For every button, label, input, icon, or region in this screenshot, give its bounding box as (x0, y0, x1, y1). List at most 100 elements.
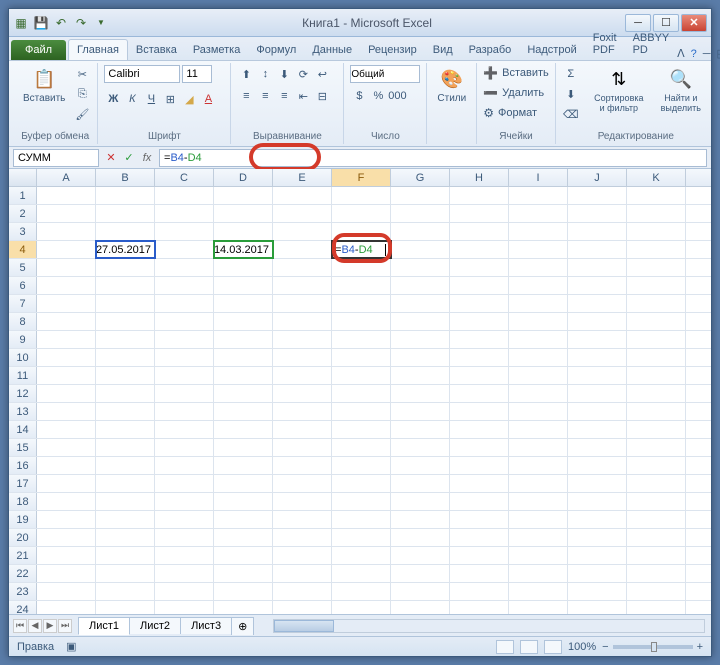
cell-J2[interactable] (568, 205, 627, 222)
cell-I1[interactable] (509, 187, 568, 204)
cell-G17[interactable] (391, 475, 450, 492)
cell-J23[interactable] (568, 583, 627, 600)
font-size-input[interactable] (182, 65, 212, 83)
col-E[interactable]: E (273, 169, 332, 186)
cell-E21[interactable] (273, 547, 332, 564)
cell-C17[interactable] (155, 475, 214, 492)
italic-button[interactable]: К (123, 90, 141, 108)
cell-E13[interactable] (273, 403, 332, 420)
zoom-slider[interactable] (613, 645, 693, 649)
cell-C11[interactable] (155, 367, 214, 384)
sheet-tab-1[interactable]: Лист1 (78, 617, 130, 635)
cell-I10[interactable] (509, 349, 568, 366)
tab-review[interactable]: Рецензир (360, 40, 425, 60)
cell-J11[interactable] (568, 367, 627, 384)
cell-K24[interactable] (627, 601, 686, 614)
copy-icon[interactable]: ⎘ (73, 85, 91, 103)
row-header[interactable]: 14 (9, 421, 37, 438)
cell-E20[interactable] (273, 529, 332, 546)
cell-H22[interactable] (450, 565, 509, 582)
cell-F24[interactable] (332, 601, 391, 614)
cell-H19[interactable] (450, 511, 509, 528)
cell-B18[interactable] (96, 493, 155, 510)
cell-K10[interactable] (627, 349, 686, 366)
cell-G8[interactable] (391, 313, 450, 330)
wrap-text-icon[interactable]: ↩ (313, 65, 331, 83)
tab-data[interactable]: Данные (304, 40, 360, 60)
enter-formula-icon[interactable]: ✓ (121, 150, 137, 166)
cell-D6[interactable] (214, 277, 273, 294)
cell-E10[interactable] (273, 349, 332, 366)
cell-B1[interactable] (96, 187, 155, 204)
cell-B22[interactable] (96, 565, 155, 582)
cell-B14[interactable] (96, 421, 155, 438)
cell-D21[interactable] (214, 547, 273, 564)
cell-G4[interactable] (391, 241, 450, 258)
macro-record-icon[interactable]: ▣ (66, 640, 76, 653)
cell-A9[interactable] (37, 331, 96, 348)
cell-A5[interactable] (37, 259, 96, 276)
cell-B3[interactable] (96, 223, 155, 240)
cell-C16[interactable] (155, 457, 214, 474)
cell-J9[interactable] (568, 331, 627, 348)
cell-H4[interactable] (450, 241, 509, 258)
cell-G24[interactable] (391, 601, 450, 614)
clear-icon[interactable]: ⌫ (562, 105, 580, 123)
cell-A13[interactable] (37, 403, 96, 420)
cell-D22[interactable] (214, 565, 273, 582)
cell-K8[interactable] (627, 313, 686, 330)
cell-C21[interactable] (155, 547, 214, 564)
cell-C19[interactable] (155, 511, 214, 528)
cell-G7[interactable] (391, 295, 450, 312)
cell-B6[interactable] (96, 277, 155, 294)
cell-B8[interactable] (96, 313, 155, 330)
tab-formulas[interactable]: Формул (248, 40, 304, 60)
cell-J22[interactable] (568, 565, 627, 582)
row-header[interactable]: 2 (9, 205, 37, 222)
col-H[interactable]: H (450, 169, 509, 186)
cell-J3[interactable] (568, 223, 627, 240)
cell-E6[interactable] (273, 277, 332, 294)
help-icon[interactable]: ? (691, 48, 697, 60)
qat-dropdown-icon[interactable]: ▼ (93, 15, 109, 31)
cell-A12[interactable] (37, 385, 96, 402)
cell-C23[interactable] (155, 583, 214, 600)
align-left-icon[interactable]: ≡ (237, 87, 255, 105)
cell-D23[interactable] (214, 583, 273, 600)
cell-D4[interactable]: 14.03.2017 (214, 241, 273, 258)
cell-G23[interactable] (391, 583, 450, 600)
cell-E5[interactable] (273, 259, 332, 276)
cell-J20[interactable] (568, 529, 627, 546)
row-header[interactable]: 19 (9, 511, 37, 528)
fx-icon[interactable]: fx (139, 150, 155, 166)
cell-G22[interactable] (391, 565, 450, 582)
row-header[interactable]: 20 (9, 529, 37, 546)
cell-I18[interactable] (509, 493, 568, 510)
cell-D12[interactable] (214, 385, 273, 402)
cell-J7[interactable] (568, 295, 627, 312)
cell-I2[interactable] (509, 205, 568, 222)
cell-J12[interactable] (568, 385, 627, 402)
col-F[interactable]: F (332, 169, 391, 186)
cell-A24[interactable] (37, 601, 96, 614)
cell-G18[interactable] (391, 493, 450, 510)
align-center-icon[interactable]: ≡ (256, 87, 274, 105)
cell-D3[interactable] (214, 223, 273, 240)
cell-I22[interactable] (509, 565, 568, 582)
cell-K15[interactable] (627, 439, 686, 456)
cell-J13[interactable] (568, 403, 627, 420)
cell-H7[interactable] (450, 295, 509, 312)
zoom-in-button[interactable]: + (697, 641, 703, 653)
save-icon[interactable]: 💾 (33, 15, 49, 31)
decrease-indent-icon[interactable]: ⇤ (294, 87, 312, 105)
col-B[interactable]: B (96, 169, 155, 186)
cell-G16[interactable] (391, 457, 450, 474)
cell-H9[interactable] (450, 331, 509, 348)
fill-color-button[interactable]: ◢ (180, 90, 198, 108)
cell-F18[interactable] (332, 493, 391, 510)
ribbon-minimize-icon[interactable]: ᐱ (677, 47, 685, 60)
cell-G13[interactable] (391, 403, 450, 420)
cell-H16[interactable] (450, 457, 509, 474)
cell-H1[interactable] (450, 187, 509, 204)
cell-F15[interactable] (332, 439, 391, 456)
